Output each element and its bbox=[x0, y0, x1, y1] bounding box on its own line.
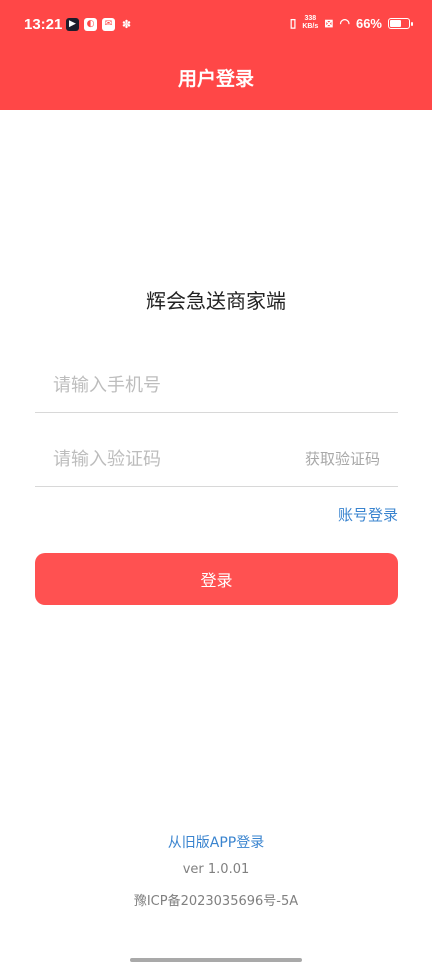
system-icons: ▯ 338 KB/s ⊠ ◠ 66% bbox=[289, 15, 413, 31]
battery-fill bbox=[390, 19, 401, 27]
get-code-button[interactable]: 获取验证码 bbox=[305, 448, 380, 469]
status-bar: 13:21 ▶ ◐ ✉ ✽ ▯ 338 KB/s ⊠ ◠ 66% bbox=[0, 0, 432, 52]
net-speed: 338 KB/s bbox=[302, 15, 319, 30]
version-text: ver 1.0.01 bbox=[182, 862, 250, 877]
verification-code-field: 获取验证码 bbox=[35, 430, 398, 487]
app-name: 辉会急送商家端 bbox=[146, 289, 286, 313]
phone-input[interactable] bbox=[53, 372, 293, 398]
notification-icons: ▶ ◐ ✉ ✽ bbox=[66, 18, 133, 31]
login-button[interactable]: 登录 bbox=[35, 553, 398, 605]
battery-percent: 66% bbox=[355, 15, 382, 31]
icp-record: 豫ICP备2023035696号-5A bbox=[133, 894, 299, 909]
battery-icon bbox=[388, 17, 413, 29]
wechat-icon: ✽ bbox=[121, 18, 132, 31]
mail-icon: ✉ bbox=[102, 18, 115, 31]
video-app-icon: ▶ bbox=[66, 18, 79, 31]
phone-field bbox=[35, 350, 398, 413]
wifi-icon: ◠ bbox=[339, 16, 350, 30]
browser-app-icon: ◐ bbox=[84, 18, 97, 31]
verification-code-input[interactable] bbox=[53, 446, 293, 472]
status-time: 13:21 bbox=[24, 16, 63, 33]
page-title: 用户登录 bbox=[177, 68, 254, 90]
home-indicator[interactable] bbox=[130, 958, 302, 962]
account-login-link[interactable]: 账号登录 bbox=[338, 504, 398, 525]
vibrate-icon: ▯ bbox=[289, 16, 297, 30]
no-sim-icon: ⊠ bbox=[324, 17, 334, 30]
old-app-login-link[interactable]: 从旧版APP登录 bbox=[0, 832, 432, 852]
app-header: 13:21 ▶ ◐ ✉ ✽ ▯ 338 KB/s ⊠ ◠ 66% 用户登录 bbox=[0, 0, 432, 110]
